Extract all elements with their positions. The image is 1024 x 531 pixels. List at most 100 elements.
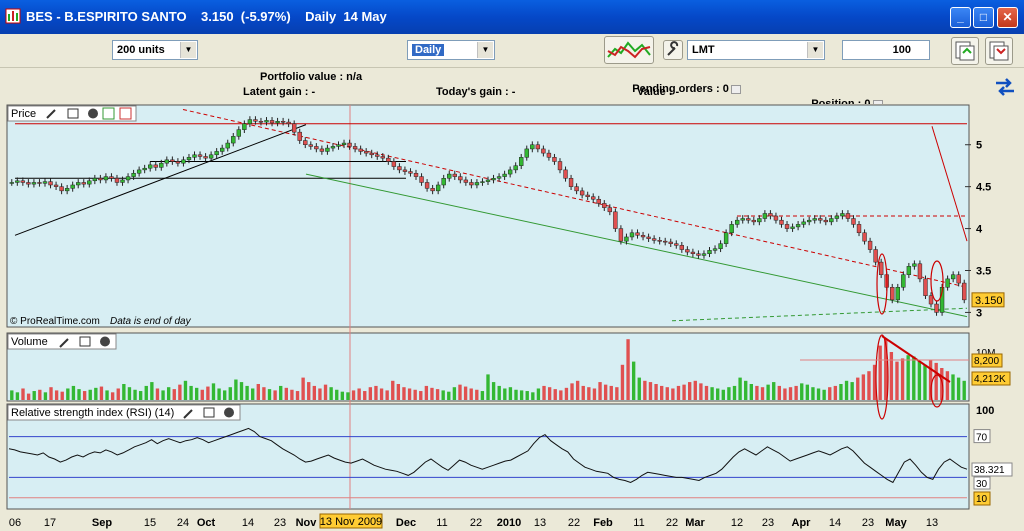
candle-body [541,148,546,154]
x-tick-label: Nov [296,517,318,529]
candle-body [236,129,241,137]
sell-order-button[interactable] [985,37,1013,65]
volume-bar [335,389,339,400]
candle-body [341,142,347,145]
candle-body [231,136,236,144]
candle-body [402,169,408,172]
quantity-stepper[interactable]: 100 [842,40,930,60]
candle-body [956,274,961,284]
volume-bar [760,387,765,400]
volume-bar [587,387,591,400]
wrench-button[interactable] [663,40,683,60]
period-value: Daily [412,44,445,56]
window-icon[interactable] [203,407,215,418]
close-icon[interactable] [100,336,110,347]
window-icon[interactable] [79,336,91,347]
candle-body [269,120,275,124]
indicators-icon [607,41,651,59]
arrow-up-icon[interactable] [102,107,115,120]
volume-bar [962,380,966,400]
units-select[interactable]: 200 units ▼ [112,40,198,60]
toolbar: 200 units ▼ Daily ▼ LMT ▼ 100 [0,34,1024,68]
candle-body [98,178,103,181]
candle-body [895,287,900,301]
candle-body [829,218,834,223]
candle-body [435,184,441,192]
volume-bar [822,389,826,400]
volume-bar [60,391,64,400]
volume-bar [66,388,70,400]
volume-bar [374,385,378,400]
candle-body [773,215,779,221]
chevron-down-icon[interactable]: ▼ [180,42,196,58]
sync-arrows-icon[interactable] [993,76,1017,98]
candle-body [635,232,640,236]
candle-body [153,164,158,168]
buy-order-button[interactable] [951,37,979,65]
stock-chart[interactable]: Price Volume Relative strength index (RS… [0,104,1024,531]
volume-bar [704,385,709,400]
orders-list-icon[interactable] [730,84,741,94]
candle-body [203,156,208,159]
chevron-down-icon[interactable]: ▼ [477,42,493,58]
close-icon[interactable] [88,108,98,119]
candle-body [408,171,413,174]
candle-body [651,238,657,241]
volume-bar [178,384,182,400]
candle-body [419,176,424,183]
volume-bar [755,385,759,400]
volume-bar [508,387,513,400]
candle-body [790,226,795,229]
candle-body [264,120,269,123]
volume-bar [133,389,137,400]
order-type-select[interactable]: LMT ▼ [687,40,825,60]
volume-bar [716,388,720,400]
volume-bar [654,384,658,400]
volume-bar [951,374,955,400]
volume-bar [391,380,395,400]
period-select[interactable]: Daily ▼ [407,40,495,60]
volume-bar [245,385,249,400]
x-tick-label: 2010 [497,517,521,529]
candle-body [596,198,601,204]
candle-body [779,219,784,225]
candle-body [452,173,457,177]
volume-bar [637,377,641,400]
window-icon[interactable] [67,108,79,119]
volume-bar [850,382,854,400]
chevron-down-icon[interactable]: ▼ [807,42,823,58]
volume-bar [368,387,373,400]
candle-body [768,213,773,217]
minimize-button[interactable]: _ [950,7,971,28]
candle-body [723,232,729,244]
close-button[interactable]: ✕ [997,7,1018,28]
volume-bar [575,380,580,400]
wrench-icon [667,41,679,56]
volume-bar [10,390,14,400]
maximize-button[interactable]: □ [973,7,994,28]
volume-bar [284,387,288,400]
volume-bar [447,391,451,400]
x-tick-label: Oct [197,517,216,529]
candle-body [125,176,131,181]
last-price-label: 3.150 [975,295,1003,307]
candle-body [890,287,895,301]
volume-bar [413,389,417,400]
indicators-button[interactable] [604,36,654,64]
volume-bar [626,339,630,400]
volume-bar [290,389,294,400]
volume-bar [239,382,244,400]
volume-bar [861,374,866,400]
volume-bar [643,380,647,400]
close-icon[interactable] [224,407,234,418]
volume-bar [458,384,462,400]
volume-bar [329,387,333,400]
candle-body [291,123,297,133]
volume-bar [547,387,552,400]
candle-body [696,253,701,256]
volume-bar [88,389,92,400]
volume-bar [82,391,87,400]
candle-body [20,180,26,183]
volume-bar [155,388,160,400]
arrow-down-icon[interactable] [119,107,132,120]
